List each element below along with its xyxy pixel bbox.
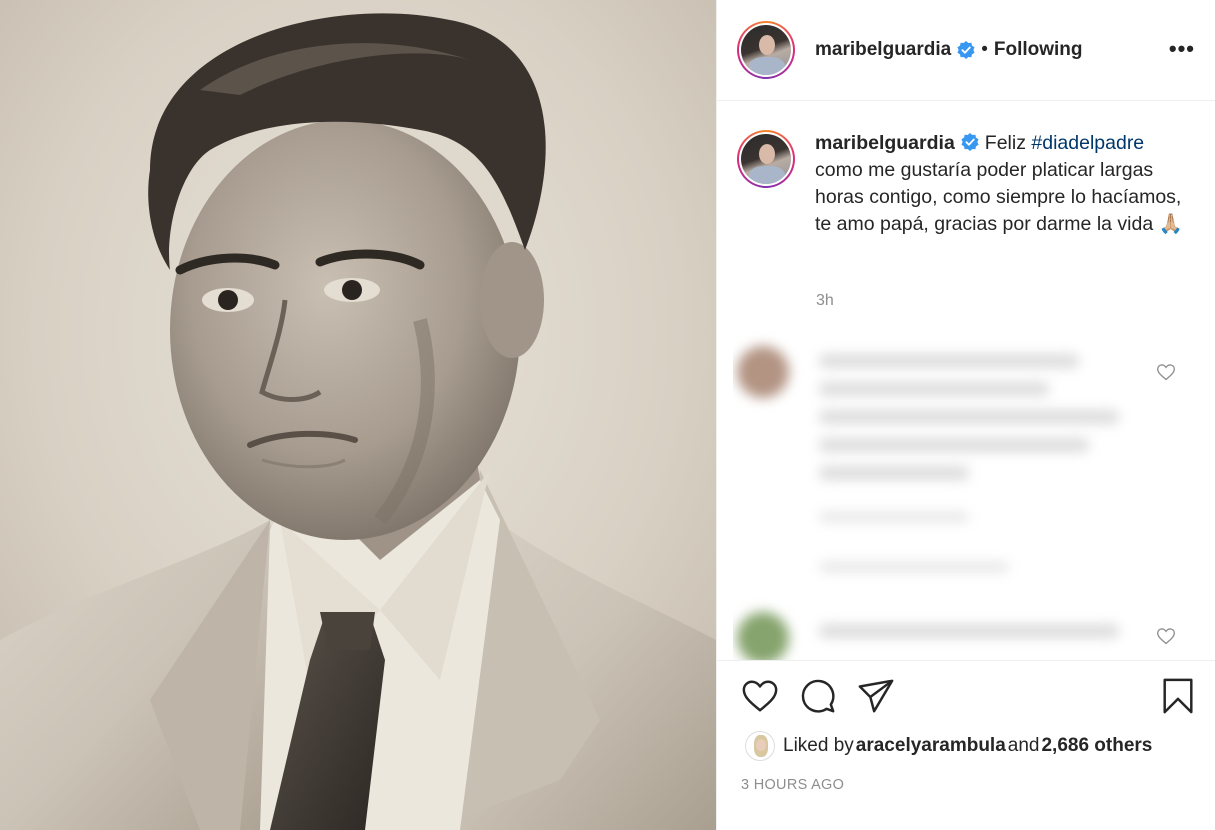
comment-line (819, 466, 969, 480)
comments-list[interactable] (733, 330, 1203, 660)
likes-summary: Liked by aracelyarambula and 2,686 other… (745, 731, 1152, 761)
caption-body: como me gustaría poder platicar largas h… (815, 159, 1182, 235)
post-caption: maribelguardia Feliz #diadelpadre como me… (737, 130, 1197, 238)
verified-badge-icon (957, 41, 975, 59)
post-details-panel: maribelguardia • Following ••• maribelgu… (716, 0, 1215, 830)
comment-like-heart-icon[interactable] (1156, 362, 1176, 382)
post-header: maribelguardia • Following ••• (717, 0, 1215, 101)
caption-text: maribelguardia Feliz #diadelpadre como me… (815, 130, 1185, 238)
comment-avatar (737, 346, 789, 398)
heart-icon[interactable] (741, 677, 779, 715)
caption-avatar[interactable] (737, 130, 795, 188)
comment-icon[interactable] (799, 677, 837, 715)
caption-lead: Feliz (984, 132, 1032, 154)
caption-username[interactable]: maribelguardia (815, 132, 955, 154)
comment-like-heart-icon[interactable] (1156, 626, 1176, 646)
comment-line (819, 382, 1049, 396)
liker-username-link[interactable]: aracelyarambula (856, 735, 1006, 757)
liker-avatar[interactable] (745, 731, 775, 761)
caption-time: 3h (816, 292, 834, 309)
avatar[interactable] (737, 21, 795, 79)
action-bar (737, 677, 1197, 717)
instagram-post: maribelguardia • Following ••• maribelgu… (0, 0, 1215, 830)
view-replies (819, 562, 1009, 572)
comment-line (819, 624, 1119, 638)
more-options-icon[interactable]: ••• (1169, 36, 1195, 62)
post-photo[interactable] (0, 0, 716, 830)
following-button[interactable]: Following (994, 39, 1083, 61)
share-icon[interactable] (857, 677, 895, 715)
bookmark-icon[interactable] (1159, 677, 1197, 715)
vintage-portrait-image (0, 0, 716, 830)
username-link[interactable]: maribelguardia (815, 39, 951, 61)
others-link[interactable]: 2,686 others (1041, 735, 1152, 757)
likes-prefix: Liked by (783, 735, 854, 756)
praying-hands-emoji: 🙏🏼 (1158, 213, 1183, 235)
comment-line (819, 438, 1089, 452)
comment-line (819, 410, 1119, 424)
comment-meta (819, 512, 969, 522)
actions-divider (717, 660, 1215, 661)
comment-avatar (737, 612, 789, 660)
comment-line (819, 354, 1079, 368)
separator-dot: • (981, 39, 988, 60)
hashtag-link[interactable]: #diadelpadre (1031, 132, 1144, 154)
likes-middle: and (1007, 735, 1040, 756)
post-timestamp[interactable]: 3 HOURS AGO (741, 777, 844, 793)
verified-badge-icon (961, 133, 979, 151)
